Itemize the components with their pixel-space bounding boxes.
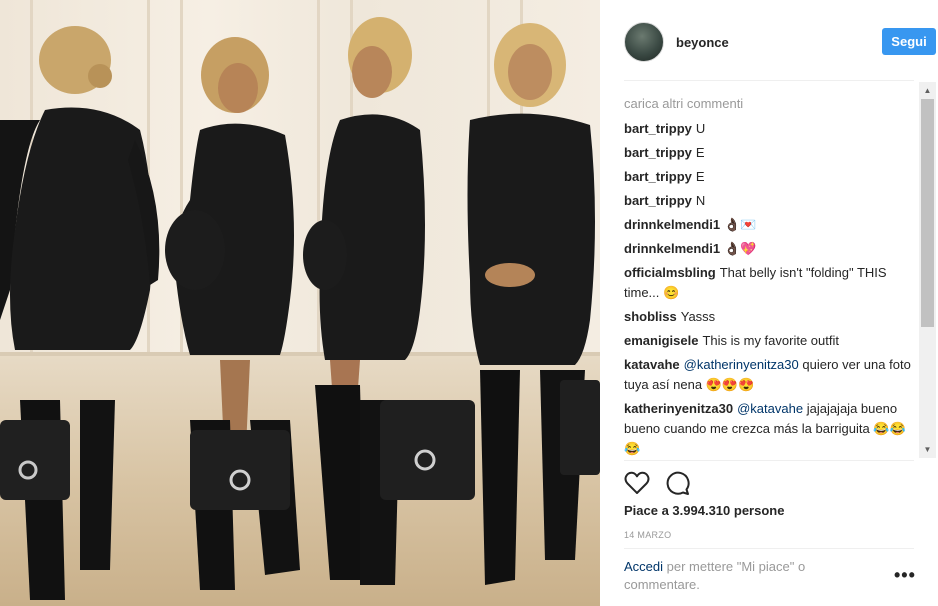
comment: katherinyenitza30 @katavahe jajajajaja bu… [624, 399, 914, 457]
comment: katavahe @katherinyenitza30 quiero ver un… [624, 355, 914, 395]
comment: bart_trippy N [624, 191, 914, 211]
post-photo[interactable] [0, 0, 600, 606]
comment-username[interactable]: shobliss [624, 309, 677, 324]
comment-username[interactable]: drinnkelmendi1 [624, 217, 720, 232]
comment-mention-link[interactable]: @katavahe [737, 401, 803, 416]
figure-3 [303, 17, 475, 585]
comment-text: This is my favorite outfit [702, 333, 839, 348]
scroll-down-arrow-icon[interactable]: ▼ [919, 441, 936, 458]
comment-username[interactable]: bart_trippy [624, 193, 692, 208]
comment: shobliss Yasss [624, 307, 914, 327]
likes-count[interactable]: Piace a 3.994.310 persone [624, 503, 784, 518]
comment: bart_trippy E [624, 167, 914, 187]
post-header: beyonce Segui [624, 22, 936, 64]
comment-text: 👌🏿💌 [724, 217, 757, 232]
comment-text: N [695, 193, 706, 208]
comment-username[interactable]: officialmsbling [624, 265, 716, 280]
scroll-up-arrow-icon[interactable]: ▲ [919, 82, 936, 99]
comment-text: E [695, 145, 705, 160]
comment-username[interactable]: emanigisele [624, 333, 698, 348]
comment-text: U [695, 121, 706, 136]
scrollbar-thumb[interactable] [921, 99, 934, 327]
comment-username[interactable]: bart_trippy [624, 169, 692, 184]
figure-1 [0, 26, 160, 600]
load-more-comments-link[interactable]: carica altri commenti [624, 95, 914, 119]
comment: bart_trippy U [624, 119, 914, 139]
login-divider [624, 548, 914, 549]
figures-illustration [0, 17, 600, 600]
comment: officialmsbling That belly isn't "folding… [624, 263, 914, 303]
comment: emanigisele This is my favorite outfit [624, 331, 914, 351]
comment-mention-link[interactable]: @katherinyenitza30 [684, 357, 799, 372]
login-link[interactable]: Accedi [624, 559, 663, 574]
comment: drinnkelmendi1 👌🏿💖 [624, 239, 914, 259]
comment-text: E [695, 169, 705, 184]
figure-4 [467, 23, 600, 585]
comment-bubble-icon[interactable] [664, 470, 690, 496]
more-options-icon[interactable]: ••• [894, 566, 916, 584]
comment: bart_trippy E [624, 143, 914, 163]
actions-divider [624, 460, 914, 461]
comment-text: 👌🏿💖 [724, 241, 757, 256]
comment-username[interactable]: katherinyenitza30 [624, 401, 733, 416]
comment: drinnkelmendi1 👌🏿💌 [624, 215, 914, 235]
comment-text: Yasss [680, 309, 716, 324]
figure-2 [165, 37, 300, 590]
comments-scrollbar[interactable]: ▲ ▼ [919, 82, 936, 458]
comment-username[interactable]: bart_trippy [624, 145, 692, 160]
heart-icon[interactable] [624, 470, 650, 496]
login-prompt: Accedi per mettere "Mi piace" o commenta… [624, 558, 844, 594]
username[interactable]: beyonce [676, 35, 729, 50]
follow-button[interactable]: Segui [882, 28, 936, 55]
header-divider [624, 80, 914, 81]
comment-username[interactable]: drinnkelmendi1 [624, 241, 720, 256]
comment-username[interactable]: bart_trippy [624, 121, 692, 136]
avatar[interactable] [624, 22, 664, 62]
post-date[interactable]: 14 MARZO [624, 530, 671, 540]
comment-username[interactable]: katavahe [624, 357, 680, 372]
comments-list: carica altri commenti bart_trippy U bart_… [624, 95, 914, 457]
